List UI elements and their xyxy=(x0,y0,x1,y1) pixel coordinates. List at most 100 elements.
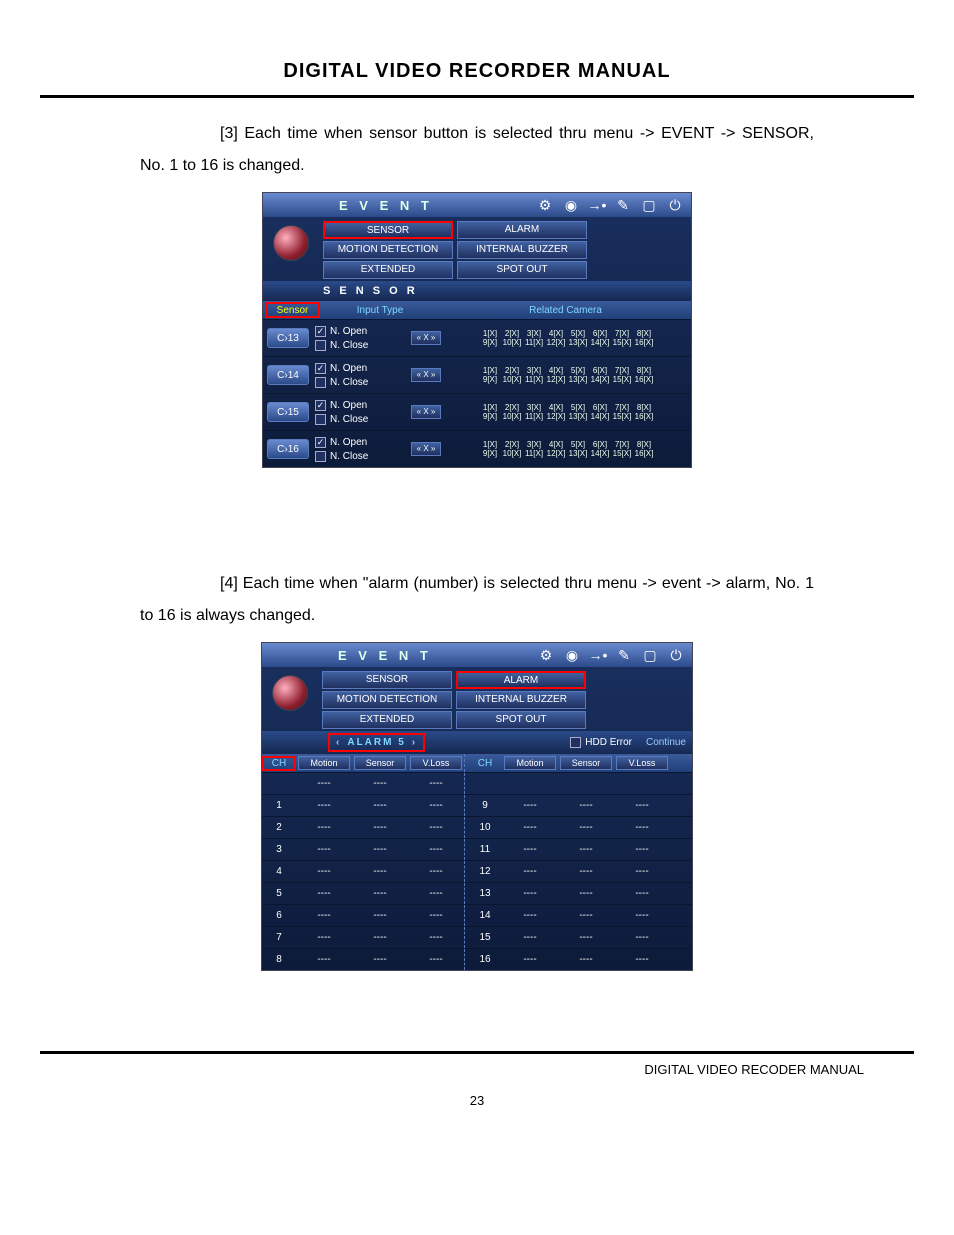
camera-slot[interactable]: 6[X] xyxy=(590,403,610,412)
camera-slot[interactable]: 5[X] xyxy=(568,403,588,412)
tab-spot-out[interactable]: SPOT OUT xyxy=(457,261,587,279)
camera-slot[interactable]: 16[X] xyxy=(634,338,654,347)
motion-cell[interactable]: ---- xyxy=(296,932,352,943)
camera-slot[interactable]: 1[X] xyxy=(480,329,500,338)
camera-slot[interactable]: 9[X] xyxy=(480,338,500,347)
sensor-channel-chip[interactable]: C›13 xyxy=(267,328,309,348)
motion-cell[interactable]: ---- xyxy=(296,954,352,965)
tab-sensor[interactable]: SENSOR xyxy=(322,671,452,689)
chevron-right-icon[interactable]: › xyxy=(412,737,417,748)
camera-slot[interactable]: 3[X] xyxy=(524,440,544,449)
camera-slot[interactable]: 10[X] xyxy=(502,338,522,347)
sensor-cell[interactable]: ---- xyxy=(352,954,408,965)
vloss-cell[interactable]: ---- xyxy=(614,844,670,855)
motion-cell[interactable]: ---- xyxy=(296,888,352,899)
continue-button[interactable]: Continue xyxy=(646,737,686,748)
tab-spot-out[interactable]: SPOT OUT xyxy=(456,711,586,729)
motion-cell[interactable]: ---- xyxy=(502,822,558,833)
tab-alarm[interactable]: ALARM xyxy=(457,221,587,239)
related-camera-toggle[interactable]: « X » xyxy=(411,405,441,419)
vloss-cell[interactable]: ---- xyxy=(614,932,670,943)
vloss-cell[interactable]: ---- xyxy=(408,910,464,921)
tab-motion-detection[interactable]: MOTION DETECTION xyxy=(323,241,453,259)
screen-icon[interactable]: ▢ xyxy=(639,196,659,214)
hdd-error-checkbox[interactable] xyxy=(570,737,581,748)
camera-slot[interactable]: 2[X] xyxy=(502,329,522,338)
motion-cell[interactable]: ---- xyxy=(502,932,558,943)
tab-internal-buzzer[interactable]: INTERNAL BUZZER xyxy=(457,241,587,259)
n-close-checkbox[interactable] xyxy=(315,451,326,462)
pen-icon[interactable]: ✎ xyxy=(614,646,634,664)
sensor-cell[interactable]: ---- xyxy=(352,932,408,943)
camera-slot[interactable]: 8[X] xyxy=(634,403,654,412)
motion-cell[interactable]: ---- xyxy=(296,910,352,921)
camera-slot[interactable]: 10[X] xyxy=(502,449,522,458)
sensor-cell[interactable]: ---- xyxy=(352,910,408,921)
camera-slot[interactable]: 7[X] xyxy=(612,440,632,449)
tab-internal-buzzer[interactable]: INTERNAL BUZZER xyxy=(456,691,586,709)
camera-slot[interactable]: 14[X] xyxy=(590,375,610,384)
speaker-icon[interactable]: →• xyxy=(588,646,608,664)
camera-slot[interactable]: 4[X] xyxy=(546,366,566,375)
camera-slot[interactable]: 13[X] xyxy=(568,412,588,421)
camera-slot[interactable]: 9[X] xyxy=(480,375,500,384)
camera-slot[interactable]: 9[X] xyxy=(480,412,500,421)
vloss-cell[interactable]: ---- xyxy=(614,866,670,877)
col-ch-left[interactable]: CH xyxy=(262,756,296,771)
camera-slot[interactable]: 12[X] xyxy=(546,375,566,384)
camera-slot[interactable]: 8[X] xyxy=(634,440,654,449)
motion-cell[interactable]: ---- xyxy=(502,888,558,899)
vloss-cell[interactable]: ---- xyxy=(614,800,670,811)
sensor-channel-chip[interactable]: C›16 xyxy=(267,439,309,459)
camera-slot[interactable]: 11[X] xyxy=(524,338,544,347)
gear-icon[interactable]: ⚙ xyxy=(536,646,556,664)
motion-cell[interactable]: ---- xyxy=(502,800,558,811)
camera-slot[interactable]: 12[X] xyxy=(546,412,566,421)
sensor-cell[interactable]: ---- xyxy=(558,844,614,855)
motion-cell[interactable]: ---- xyxy=(502,866,558,877)
camera-slot[interactable]: 5[X] xyxy=(568,329,588,338)
camera-slot[interactable]: 2[X] xyxy=(502,403,522,412)
camera-slot[interactable]: 5[X] xyxy=(568,366,588,375)
motion-cell[interactable]: ---- xyxy=(296,844,352,855)
sensor-cell[interactable]: ---- xyxy=(558,866,614,877)
camera-slot[interactable]: 7[X] xyxy=(612,403,632,412)
camera-slot[interactable]: 5[X] xyxy=(568,440,588,449)
power-icon[interactable]: ⏻ xyxy=(665,196,685,214)
camera-slot[interactable]: 13[X] xyxy=(568,338,588,347)
sensor-cell[interactable]: ---- xyxy=(558,932,614,943)
camera-slot[interactable]: 15[X] xyxy=(612,375,632,384)
n-close-checkbox[interactable] xyxy=(315,377,326,388)
sensor-channel-chip[interactable]: C›15 xyxy=(267,402,309,422)
camera-slot[interactable]: 4[X] xyxy=(546,329,566,338)
camera-slot[interactable]: 1[X] xyxy=(480,403,500,412)
motion-cell[interactable]: ---- xyxy=(502,954,558,965)
camera-slot[interactable]: 15[X] xyxy=(612,449,632,458)
camera-slot[interactable]: 15[X] xyxy=(612,412,632,421)
camera-slot[interactable]: 4[X] xyxy=(546,440,566,449)
sensor-cell[interactable]: ---- xyxy=(558,888,614,899)
vloss-cell[interactable]: ---- xyxy=(614,888,670,899)
camera-slot[interactable]: 3[X] xyxy=(524,329,544,338)
gear-icon[interactable]: ⚙ xyxy=(535,196,555,214)
vloss-cell[interactable]: ---- xyxy=(408,888,464,899)
vloss-cell[interactable]: ---- xyxy=(614,822,670,833)
tab-motion-detection[interactable]: MOTION DETECTION xyxy=(322,691,452,709)
camera-slot[interactable]: 11[X] xyxy=(524,375,544,384)
motion-cell[interactable]: ---- xyxy=(502,910,558,921)
motion-cell[interactable]: ---- xyxy=(296,866,352,877)
camera-slot[interactable]: 8[X] xyxy=(634,366,654,375)
vloss-cell[interactable]: ---- xyxy=(408,822,464,833)
camera-slot[interactable]: 6[X] xyxy=(590,366,610,375)
tab-extended[interactable]: EXTENDED xyxy=(322,711,452,729)
camera-slot[interactable]: 10[X] xyxy=(502,375,522,384)
sensor-cell[interactable]: ---- xyxy=(352,888,408,899)
camera-slot[interactable]: 8[X] xyxy=(634,329,654,338)
sensor-cycle-button[interactable]: Sensor xyxy=(265,302,320,318)
camera-slot[interactable]: 11[X] xyxy=(524,449,544,458)
sensor-cell[interactable]: ---- xyxy=(352,866,408,877)
vloss-cell[interactable]: ---- xyxy=(408,844,464,855)
sensor-cell[interactable]: ---- xyxy=(352,822,408,833)
sensor-cell[interactable]: ---- xyxy=(558,822,614,833)
screen-icon[interactable]: ▢ xyxy=(640,646,660,664)
